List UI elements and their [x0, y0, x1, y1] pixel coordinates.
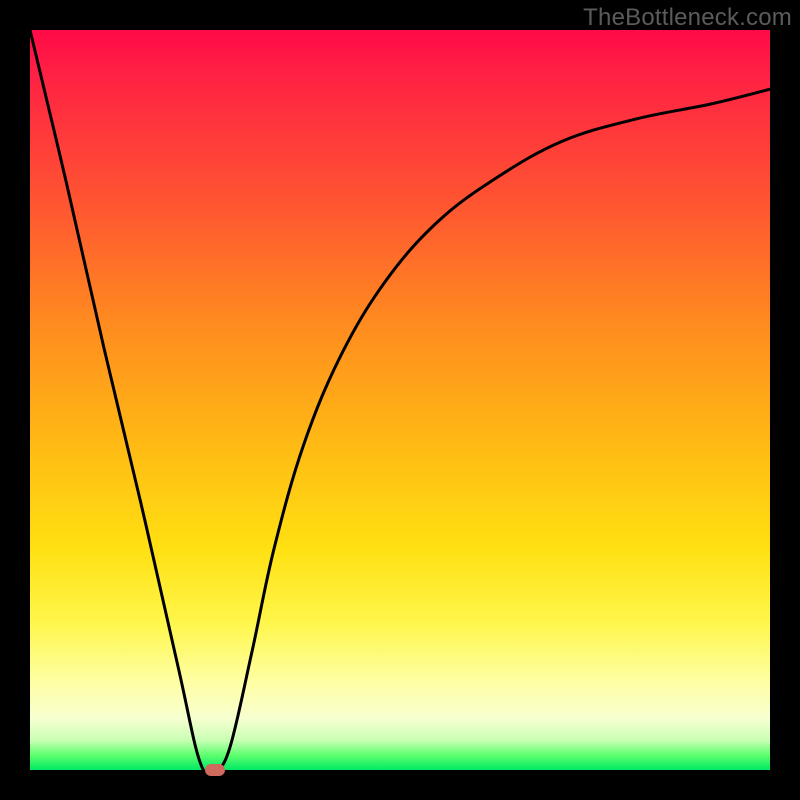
minimum-marker [205, 764, 225, 776]
bottleneck-curve [30, 30, 770, 770]
watermark-text: TheBottleneck.com [583, 4, 792, 32]
plot-area [30, 30, 770, 770]
chart-frame: TheBottleneck.com [0, 0, 800, 800]
